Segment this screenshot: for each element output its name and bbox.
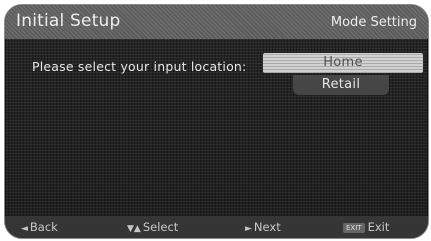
location-options: Home Retail [263, 53, 423, 95]
next-hint[interactable]: ► Next [245, 220, 281, 234]
right-arrow-icon: ► [245, 224, 252, 234]
mode-setting-label: Mode Setting [330, 15, 417, 30]
select-label: Select [142, 220, 179, 234]
select-hint[interactable]: ▼▲ Select [127, 220, 178, 234]
header-bar: Initial Setup Mode Setting [5, 5, 428, 39]
option-retail[interactable]: Retail [293, 75, 389, 95]
back-hint[interactable]: ◄ Back [21, 220, 58, 234]
setup-screen: Initial Setup Mode Setting Please select… [4, 4, 429, 239]
exit-label: Exit [367, 220, 390, 234]
input-location-prompt: Please select your input location: [32, 59, 247, 74]
up-down-arrow-icon: ▼▲ [127, 224, 141, 234]
exit-key-icon: EXIT [343, 223, 365, 233]
page-title: Initial Setup [16, 11, 121, 31]
option-home[interactable]: Home [263, 53, 423, 73]
back-label: Back [29, 220, 58, 234]
left-arrow-icon: ◄ [21, 224, 28, 234]
next-label: Next [253, 220, 281, 234]
footer-bar: ◄ Back ▼▲ Select ► Next EXIT Exit [5, 216, 428, 238]
exit-hint[interactable]: EXIT Exit [343, 220, 389, 234]
